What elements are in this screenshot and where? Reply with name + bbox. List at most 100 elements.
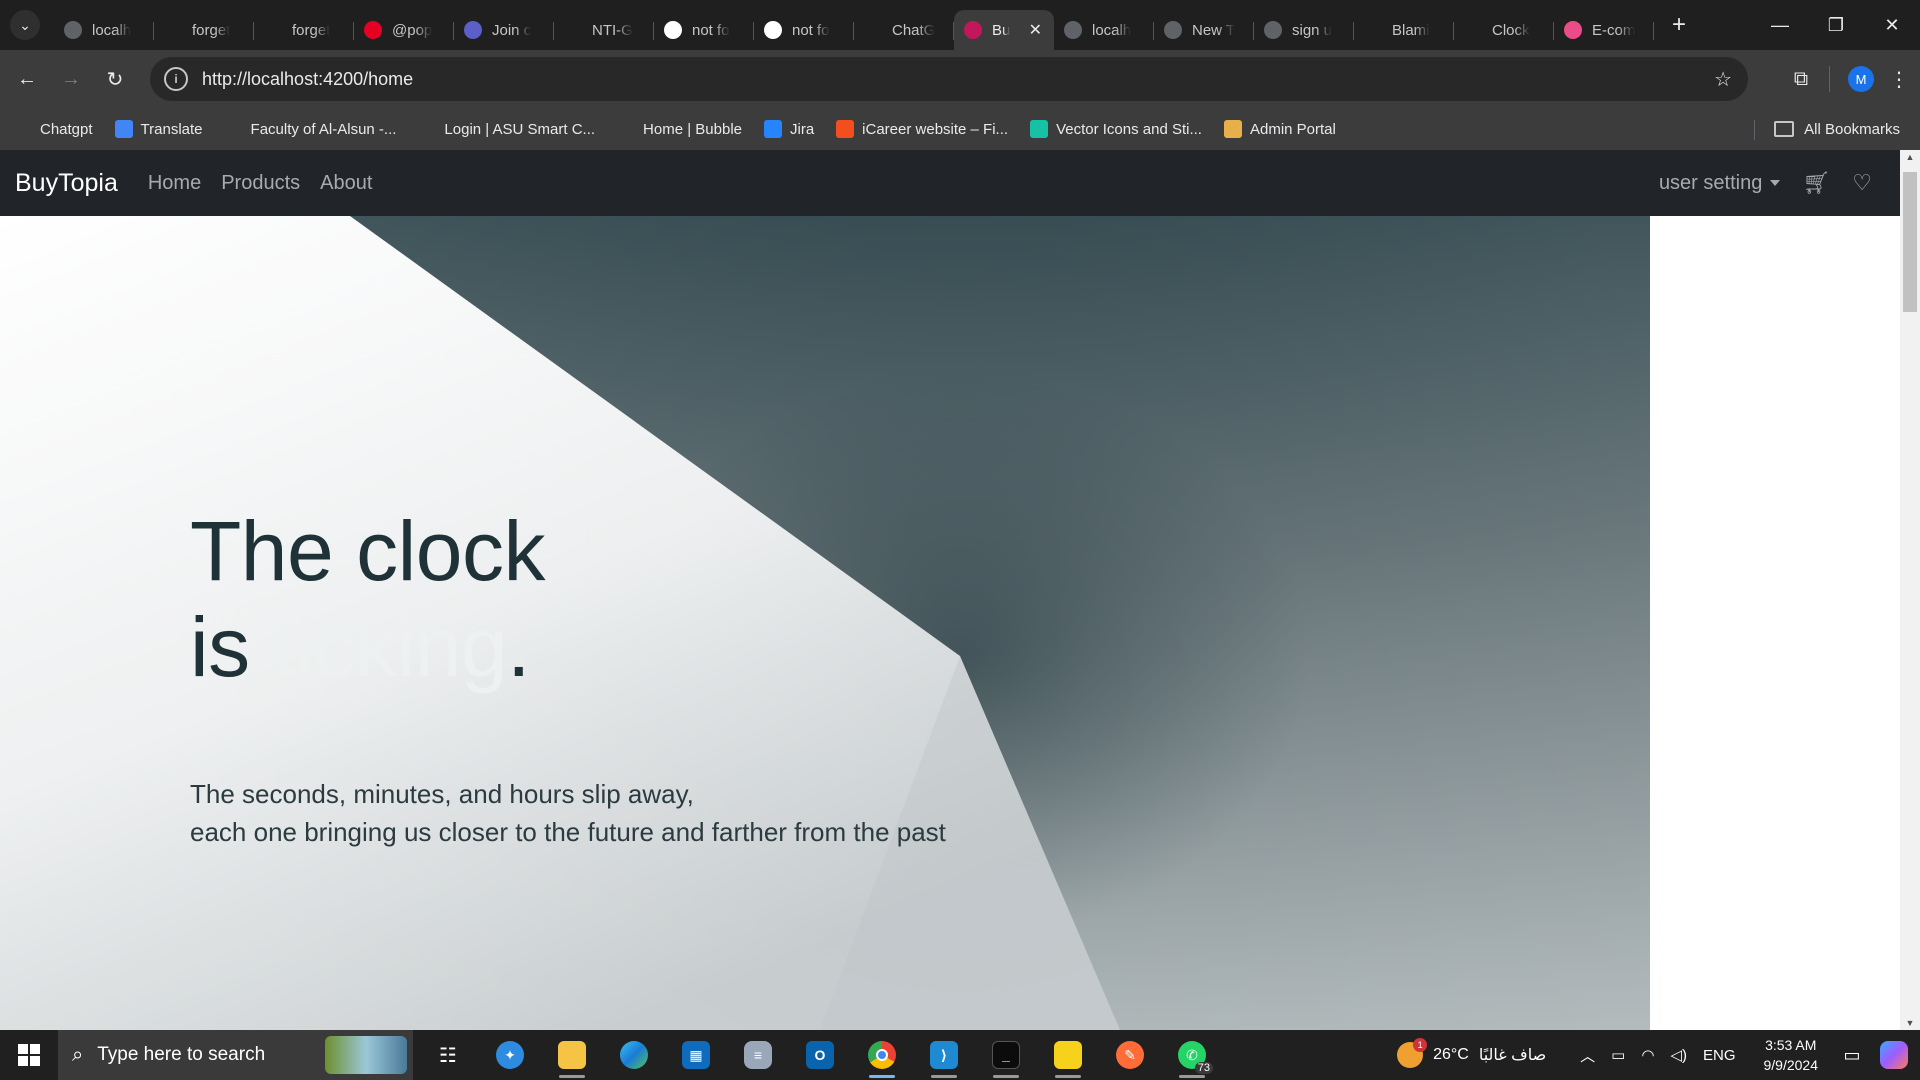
wifi-icon[interactable]: ◠ bbox=[1641, 1046, 1654, 1064]
new-tab-button[interactable]: + bbox=[1664, 11, 1694, 39]
input-language[interactable]: ENG bbox=[1703, 1047, 1736, 1064]
site-navbar: BuyTopia Home Products About user settin… bbox=[0, 150, 1900, 216]
browser-tab[interactable]: ChatG bbox=[854, 10, 954, 50]
scroll-up-icon[interactable]: ▲ bbox=[1900, 152, 1920, 162]
nav-products-link[interactable]: Products bbox=[221, 172, 300, 195]
system-tray: 1 26°C صاف غالبًا ︿ ▭ ◠ ◁) ENG 3:53 AM 9… bbox=[1397, 1030, 1920, 1080]
close-tab-icon[interactable]: ✕ bbox=[1029, 20, 1042, 40]
reload-button[interactable]: ↻ bbox=[98, 62, 132, 96]
bookmark-item[interactable]: Login | ASU Smart C... bbox=[418, 120, 595, 138]
tab-label: forget bbox=[292, 21, 331, 39]
all-bookmarks-button[interactable]: All Bookmarks bbox=[1774, 121, 1900, 138]
taskbar-search[interactable]: ⌕ Type here to search bbox=[58, 1030, 413, 1080]
taskbar-app-file-explorer[interactable] bbox=[541, 1030, 603, 1080]
postman-icon: ✎ bbox=[1116, 1041, 1144, 1069]
hero-subtitle: The seconds, minutes, and hours slip awa… bbox=[190, 775, 946, 851]
bookmark-star-icon[interactable]: ☆ bbox=[1714, 67, 1732, 92]
github-icon bbox=[564, 21, 582, 39]
browser-tab[interactable]: New T bbox=[1154, 10, 1254, 50]
browser-tab[interactable]: Blami bbox=[1354, 10, 1454, 50]
taskbar-app-outlook[interactable]: O bbox=[789, 1030, 851, 1080]
address-bar[interactable]: i http://localhost:4200/home ☆ bbox=[150, 57, 1748, 101]
hero-title-line1: The clock bbox=[190, 504, 545, 598]
tab-label: localh bbox=[92, 21, 132, 39]
bookmark-item[interactable]: Vector Icons and Sti... bbox=[1030, 120, 1202, 138]
scroll-down-icon[interactable]: ▼ bbox=[1900, 1018, 1920, 1028]
chevron-up-icon[interactable]: ︿ bbox=[1580, 1045, 1595, 1066]
pinterest-icon bbox=[364, 21, 382, 39]
chatgpt-icon bbox=[14, 120, 32, 138]
profile-avatar[interactable]: M bbox=[1848, 66, 1874, 92]
browser-tab[interactable]: localh bbox=[54, 10, 154, 50]
volume-icon[interactable]: ◁) bbox=[1670, 1046, 1687, 1064]
scrollbar-thumb[interactable] bbox=[1903, 172, 1917, 312]
browser-tab[interactable]: @pop bbox=[354, 10, 454, 50]
tab-search-button[interactable]: ⌄ bbox=[10, 10, 40, 40]
heart-icon[interactable]: ♡ bbox=[1852, 170, 1872, 196]
start-button[interactable] bbox=[0, 1030, 58, 1080]
address-url[interactable]: http://localhost:4200/home bbox=[202, 69, 413, 90]
weather-condition: صاف غالبًا bbox=[1478, 1047, 1547, 1064]
minimize-button[interactable]: — bbox=[1752, 0, 1808, 50]
notifications-icon[interactable]: ▭ bbox=[1832, 1045, 1872, 1066]
cart-icon[interactable]: 🛒︎ bbox=[1802, 170, 1830, 196]
browser-tab[interactable]: forget bbox=[254, 10, 354, 50]
browser-tab[interactable]: Join c bbox=[454, 10, 554, 50]
tab-label: NTI-G bbox=[592, 21, 633, 39]
figma-icon bbox=[836, 120, 855, 138]
close-window-button[interactable]: ✕ bbox=[1864, 0, 1920, 50]
taskbar-app-terminal[interactable]: _ bbox=[975, 1030, 1037, 1080]
dash-icon bbox=[224, 120, 243, 138]
browser-menu-icon[interactable]: ⋮ bbox=[1884, 67, 1914, 92]
copilot-icon[interactable] bbox=[1880, 1041, 1908, 1069]
browser-tab[interactable]: Clock bbox=[1454, 10, 1554, 50]
browser-tab[interactable]: forget bbox=[154, 10, 254, 50]
weather-badge: 1 bbox=[1413, 1038, 1428, 1052]
nav-about-link[interactable]: About bbox=[320, 172, 372, 195]
user-setting-dropdown[interactable]: user setting bbox=[1659, 172, 1781, 195]
site-info-icon[interactable]: i bbox=[164, 67, 188, 91]
taskbar-app-safari[interactable]: ✦ bbox=[479, 1030, 541, 1080]
tab-label: not fo bbox=[692, 21, 730, 39]
taskbar-app-whatsapp[interactable]: ✆ 73 bbox=[1161, 1030, 1223, 1080]
tab-label: sign u bbox=[1292, 21, 1333, 39]
nav-home-link[interactable]: Home bbox=[148, 172, 201, 195]
browser-tab[interactable]: sign u bbox=[1254, 10, 1354, 50]
back-button[interactable]: ← bbox=[10, 62, 44, 96]
bookmark-item[interactable]: Faculty of Al-Alsun -... bbox=[224, 120, 396, 138]
weather-widget[interactable]: 1 26°C صاف غالبًا bbox=[1397, 1038, 1547, 1068]
task-view-button[interactable]: ☷ bbox=[417, 1030, 479, 1080]
taskbar-app-chrome[interactable] bbox=[851, 1030, 913, 1080]
browser-tab[interactable]: E-com bbox=[1554, 10, 1654, 50]
extensions-icon[interactable]: ⧉ bbox=[1781, 68, 1821, 91]
bookmark-item[interactable]: Translate bbox=[114, 120, 203, 138]
browser-tab[interactable]: NTI-G bbox=[554, 10, 654, 50]
taskbar-app-database[interactable]: ≡ bbox=[727, 1030, 789, 1080]
taskbar-app-vscode[interactable]: ⟩ bbox=[913, 1030, 975, 1080]
browser-tab[interactable]: not fo bbox=[654, 10, 754, 50]
bookmark-item[interactable]: iCareer website – Fi... bbox=[836, 120, 1008, 138]
task-view-icon: ☷ bbox=[439, 1044, 457, 1067]
forward-button[interactable]: → bbox=[54, 62, 88, 96]
browser-tab[interactable]: localh bbox=[1054, 10, 1154, 50]
system-clock[interactable]: 3:53 AM 9/9/2024 bbox=[1764, 1035, 1819, 1075]
page-scrollbar[interactable]: ▲ ▼ bbox=[1900, 150, 1920, 1030]
bookmark-item[interactable]: Chatgpt bbox=[14, 120, 93, 138]
taskbar-app-store[interactable]: ▦ bbox=[665, 1030, 727, 1080]
all-bookmarks-label: All Bookmarks bbox=[1804, 120, 1900, 138]
browser-tab[interactable]: Bu ✕ bbox=[954, 10, 1054, 50]
site-brand[interactable]: BuyTopia bbox=[15, 169, 118, 198]
battery-icon[interactable]: ▭ bbox=[1611, 1046, 1625, 1064]
taskbar-app-postman[interactable]: ✎ bbox=[1099, 1030, 1161, 1080]
taskbar-app-sticky-notes[interactable] bbox=[1037, 1030, 1099, 1080]
bubble-icon bbox=[617, 120, 636, 138]
taskbar-app-edge[interactable] bbox=[603, 1030, 665, 1080]
bookmark-label: Chatgpt bbox=[40, 120, 93, 138]
bookmark-item[interactable]: Jira bbox=[764, 120, 814, 138]
bookmark-item[interactable]: Home | Bubble bbox=[617, 120, 742, 138]
bookmark-item[interactable]: Admin Portal bbox=[1223, 120, 1336, 138]
restore-button[interactable]: ❐ bbox=[1808, 0, 1864, 50]
store-icon: ▦ bbox=[682, 1041, 710, 1069]
browser-tab[interactable]: not fo bbox=[754, 10, 854, 50]
terminal-icon: _ bbox=[992, 1041, 1020, 1069]
